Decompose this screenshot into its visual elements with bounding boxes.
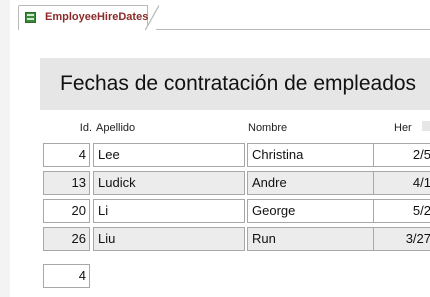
report-icon [25, 12, 36, 23]
cell-last-name[interactable]: Li [93, 199, 245, 223]
cell-last-name[interactable]: Liu [93, 227, 245, 251]
cell-first-name[interactable]: George [247, 199, 375, 223]
table-row: 4 Lee Christina 2/5 [43, 143, 430, 167]
cell-first-name[interactable]: Run [247, 227, 375, 251]
cell-hire-date[interactable]: 5/2 [373, 199, 430, 223]
table-row: 20 Li George 5/2 [43, 199, 430, 223]
column-header-id: Id. [79, 122, 92, 134]
cell-id[interactable]: 20 [43, 199, 90, 223]
cell-id[interactable]: 26 [43, 227, 90, 251]
column-header-hire-date: Her [394, 122, 412, 134]
cell-hire-date[interactable]: 4/1 [373, 171, 430, 195]
report-tab[interactable]: EmployeeHireDates [18, 5, 159, 30]
report-view: Fechas de contratación de empleados Id. … [10, 30, 430, 297]
cell-id[interactable]: 4 [43, 143, 90, 167]
column-header-truncation-marker [422, 121, 430, 131]
column-header-first-name: Nombre [248, 122, 288, 134]
column-header-last-name: Apellido [96, 122, 136, 134]
cell-first-name[interactable]: Christina [247, 143, 375, 167]
record-count[interactable]: 4 [43, 264, 90, 288]
cell-last-name[interactable]: Ludick [93, 171, 245, 195]
report-title: Fechas de contratación de empleados [60, 72, 417, 95]
document-tab-strip: EmployeeHireDates [10, 0, 430, 30]
cell-hire-date[interactable]: 2/5 [373, 143, 430, 167]
cell-last-name[interactable]: Lee [93, 143, 245, 167]
table-row: 26 Liu Run 3/27 [43, 227, 430, 251]
cell-first-name[interactable]: Andre [247, 171, 375, 195]
report-header: Fechas de contratación de empleados [40, 58, 430, 110]
cell-id[interactable]: 13 [43, 171, 90, 195]
cell-hire-date[interactable]: 3/27 [373, 227, 430, 251]
table-row: 13 Ludick Andre 4/1 [43, 171, 430, 195]
report-tab-label: EmployeeHireDates [45, 11, 149, 23]
